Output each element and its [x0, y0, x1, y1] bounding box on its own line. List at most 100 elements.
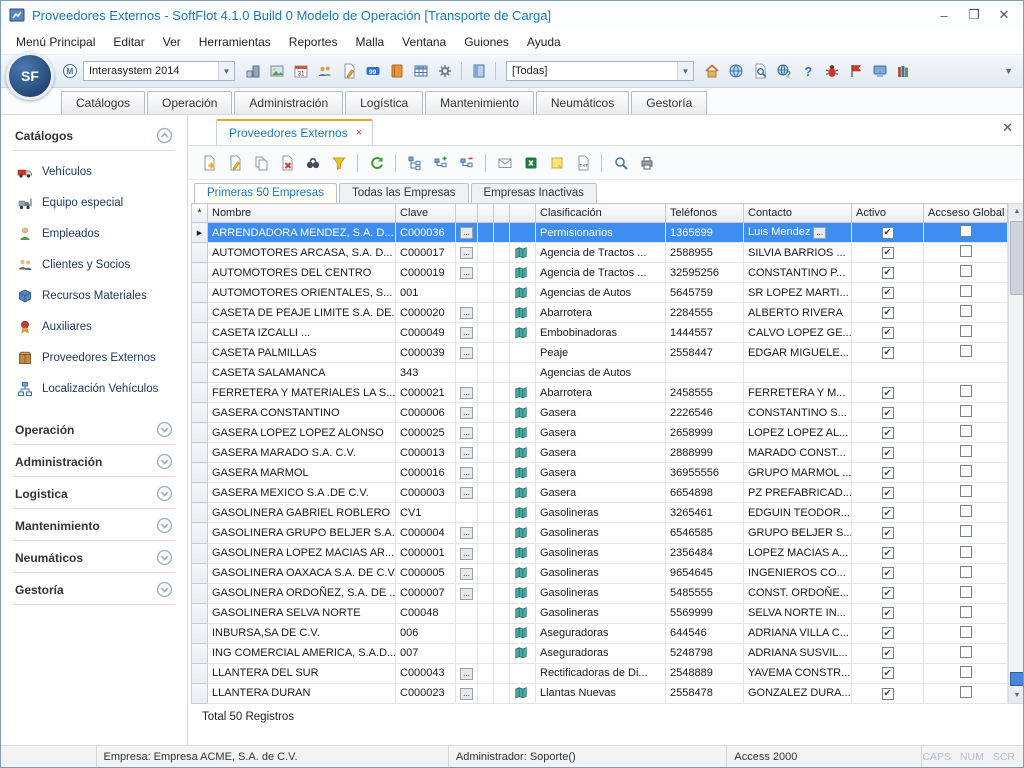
search-doc-button[interactable] [749, 61, 770, 82]
ellipsis-button[interactable]: ... [460, 387, 473, 399]
ellipsis-button[interactable]: ... [460, 688, 473, 700]
column-header-activo[interactable]: Activo [852, 204, 924, 223]
table-row[interactable]: AUTOMOTORES DEL CENTROC000019...Agencia … [192, 263, 1008, 283]
acceso-global-checkbox[interactable] [960, 285, 972, 297]
activo-checkbox[interactable]: ✔ [882, 467, 894, 479]
acceso-global-checkbox[interactable] [960, 666, 972, 678]
ellipsis-button[interactable]: ... [460, 467, 473, 479]
acceso-global-checkbox[interactable] [960, 425, 972, 437]
acceso-global-checkbox[interactable] [960, 586, 972, 598]
table-row[interactable]: ▶ARRENDADORA MENDEZ, S.A. D...C000036...… [192, 223, 1008, 243]
sidebar-item-equipo-especial[interactable]: Equipo especial [17, 195, 175, 211]
ellipsis-button[interactable]: ... [460, 327, 473, 339]
books-button[interactable] [893, 61, 914, 82]
document-tab-proveedores-externos[interactable]: Proveedores Externos × [216, 119, 373, 145]
menu-guiones[interactable]: Guiones [455, 31, 518, 53]
expand-icon[interactable] [156, 549, 173, 566]
table-row[interactable]: GASOLINERA SELVA NORTEC00048Gasolineras5… [192, 603, 1008, 623]
table-row[interactable]: GASOLINERA GABRIEL ROBLEROCV1Gasolineras… [192, 503, 1008, 523]
scroll-marker[interactable] [1010, 672, 1024, 686]
column-header-blank[interactable] [510, 204, 536, 223]
activo-checkbox[interactable]: ✔ [882, 487, 894, 499]
column-header-telefonos[interactable]: Teléfonos [666, 204, 744, 223]
activo-checkbox[interactable]: ✔ [882, 587, 894, 599]
sidebar-section-gestoria[interactable]: Gestoría [13, 573, 175, 605]
ellipsis-button[interactable]: ... [460, 347, 473, 359]
ellipsis-button[interactable]: ... [460, 447, 473, 459]
acceso-global-checkbox[interactable] [960, 225, 972, 237]
ellipsis-button[interactable]: ... [460, 427, 473, 439]
activo-checkbox[interactable]: ✔ [882, 227, 894, 239]
activo-checkbox[interactable]: ✔ [882, 287, 894, 299]
sub-tab-primeras-50-empresas[interactable]: Primeras 50 Empresas [194, 183, 337, 203]
acceso-global-checkbox[interactable] [960, 525, 972, 537]
menu-editar[interactable]: Editar [104, 31, 153, 53]
expand-icon[interactable] [156, 453, 173, 470]
expand-icon[interactable] [156, 517, 173, 534]
copy-button[interactable] [250, 152, 271, 173]
ellipsis-button[interactable]: ... [460, 527, 473, 539]
table-row[interactable]: GASOLINERA OAXACA S.A. DE C.V.C000005...… [192, 563, 1008, 583]
activo-checkbox[interactable]: ✔ [882, 607, 894, 619]
table-row[interactable]: GASERA MEXICO S.A .DE C.V.C000003...Gase… [192, 483, 1008, 503]
acceso-global-checkbox[interactable] [960, 606, 972, 618]
acceso-global-checkbox[interactable] [960, 385, 972, 397]
activo-checkbox[interactable]: ✔ [882, 688, 894, 700]
gear-button[interactable] [434, 61, 455, 82]
help-button[interactable]: ? [797, 61, 818, 82]
module-tab-logistica[interactable]: Logística [345, 91, 423, 114]
column-header-clave[interactable]: Clave [396, 204, 456, 223]
ellipsis-button[interactable]: ... [460, 307, 473, 319]
table-row[interactable]: AUTOMOTORES ARCASA, S.A. D...C000017...A… [192, 243, 1008, 263]
table-row[interactable]: FERRETERA Y MATERIALES LA S...C000021...… [192, 383, 1008, 403]
sidebar-item-clientes-y-socios[interactable]: Clientes y Socios [17, 257, 175, 273]
column-header-blank[interactable] [456, 204, 478, 223]
activo-checkbox[interactable]: ✔ [882, 567, 894, 579]
acceso-global-checkbox[interactable] [960, 566, 972, 578]
acceso-global-checkbox[interactable] [960, 505, 972, 517]
acceso-global-checkbox[interactable] [960, 546, 972, 558]
activo-checkbox[interactable]: ✔ [882, 427, 894, 439]
restore-button[interactable]: ❐ [959, 4, 989, 26]
table-row[interactable]: INBURSA,SA DE C.V.006Aseguradoras644546A… [192, 623, 1008, 643]
table-row[interactable]: CASETA DE PEAJE LIMITE S.A. DE...C000020… [192, 303, 1008, 323]
activo-checkbox[interactable]: ✔ [882, 627, 894, 639]
sidebar-item-auxiliares[interactable]: Auxiliares [17, 319, 175, 335]
tree-remove-button[interactable] [456, 152, 477, 173]
tree-button[interactable] [404, 152, 425, 173]
picture-button[interactable] [266, 61, 287, 82]
table-row[interactable]: LLANTERA DURANC000023...Llantas Nuevas25… [192, 683, 1008, 703]
organization-button[interactable] [242, 61, 263, 82]
ellipsis-button[interactable]: ... [460, 568, 473, 580]
ellipsis-button[interactable]: ... [460, 548, 473, 560]
activo-checkbox[interactable]: ✔ [882, 347, 894, 359]
txt-button[interactable]: TXT [572, 152, 593, 173]
scroll-up-icon[interactable]: ▲ [1009, 204, 1024, 219]
ellipsis-button[interactable]: ... [460, 487, 473, 499]
collapse-icon[interactable] [156, 127, 173, 144]
scope-selector[interactable]: [Todas] ▼ [506, 61, 694, 81]
vertical-scrollbar[interactable]: ▲ ▼ [1008, 203, 1024, 704]
module-tab-gestoria[interactable]: Gestoría [631, 91, 707, 114]
table-row[interactable]: CASETA IZCALLI ...C000049...Embobinadora… [192, 323, 1008, 343]
filter-button[interactable] [328, 152, 349, 173]
tree-add-button[interactable] [430, 152, 451, 173]
activo-checkbox[interactable]: ✔ [882, 647, 894, 659]
table-row[interactable]: GASOLINERA ORDOÑEZ, S.A. DE ...C000007..… [192, 583, 1008, 603]
activo-checkbox[interactable]: ✔ [882, 547, 894, 559]
sidebar-section-logistica[interactable]: Logistica [13, 477, 175, 509]
minimize-button[interactable]: – [929, 4, 959, 26]
ellipsis-button[interactable]: ... [813, 227, 826, 239]
calendar-button[interactable]: 31 [290, 61, 311, 82]
panel-close-icon[interactable]: ✕ [1002, 120, 1013, 136]
sidebar-section-mantenimiento[interactable]: Mantenimiento [13, 509, 175, 541]
tab-close-icon[interactable]: × [356, 127, 362, 139]
acceso-global-checkbox[interactable] [960, 686, 972, 698]
acceso-global-checkbox[interactable] [960, 345, 972, 357]
excel-button[interactable] [520, 152, 541, 173]
acceso-global-checkbox[interactable] [960, 626, 972, 638]
table-row[interactable]: ING COMERCIAL AMERICA, S.A.D...007Asegur… [192, 643, 1008, 663]
sub-tab-todas-las-empresas[interactable]: Todas las Empresas [339, 183, 469, 203]
panel-button[interactable] [468, 61, 489, 82]
table-row[interactable]: GASERA LOPEZ LOPEZ ALONSOC000025...Gaser… [192, 423, 1008, 443]
